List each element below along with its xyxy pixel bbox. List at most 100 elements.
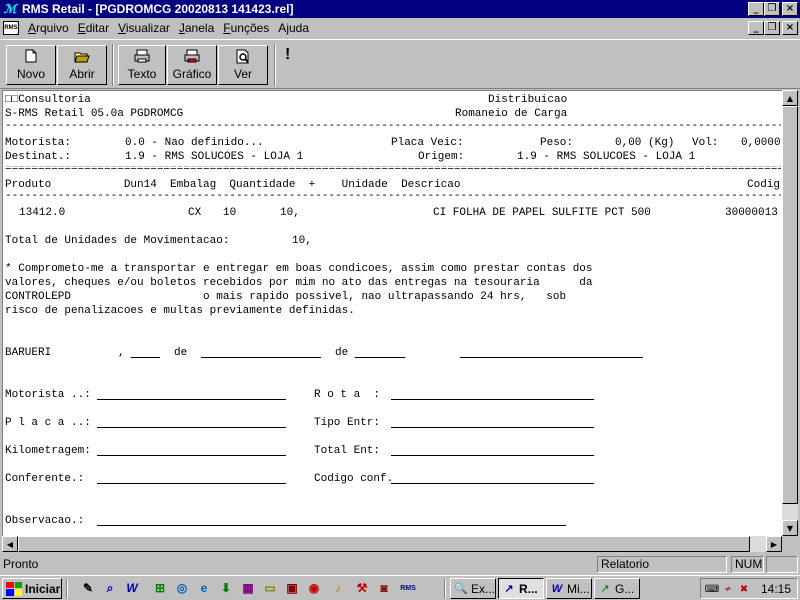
- monitor-icon[interactable]: ▭: [262, 580, 278, 596]
- outlook-icon[interactable]: ◎: [174, 580, 190, 596]
- observacao-line: [97, 525, 566, 526]
- abrir-button[interactable]: Abrir: [57, 45, 107, 85]
- doc-restore-button[interactable]: ❐: [764, 21, 780, 35]
- rms-retail-task-icon: ↗: [504, 583, 514, 595]
- total-value: 10,: [292, 235, 312, 247]
- vol-label: Vol:: [692, 137, 719, 149]
- status-extra: [766, 556, 798, 573]
- tools-icon[interactable]: ⚒: [354, 580, 370, 596]
- field-codigo-conf: Codigo conf.: [314, 473, 394, 485]
- alert-icon[interactable]: !: [285, 46, 290, 64]
- peso-label: Peso:: [540, 137, 574, 149]
- word-task-icon: W: [551, 582, 563, 595]
- rms-quicklaunch-icon[interactable]: RMS: [400, 580, 416, 596]
- texto-label: Texto: [127, 67, 157, 81]
- vol-value: 0,0000: [741, 137, 781, 149]
- month-line: [201, 357, 321, 358]
- scroll-right-icon[interactable]: ▶: [766, 536, 782, 552]
- menu-ajuda[interactable]: Ajuda: [278, 21, 309, 35]
- task-explorer[interactable]: 🔍 Ex...: [450, 578, 496, 599]
- origem-value: 1.9 - RMS SOLUCOES - LOJA 1: [517, 151, 696, 163]
- motorista-value: 0.0 - Nao definido...: [125, 137, 264, 149]
- maximize-button[interactable]: ❐: [764, 2, 780, 16]
- system-tray: ⌨ ≁ ✖ 14:15: [700, 578, 798, 599]
- terms-line-1: * Comprometo-me a transportar e entregar…: [5, 263, 593, 275]
- scroll-left-icon[interactable]: ◀: [2, 536, 18, 552]
- scroll-down-icon[interactable]: ▼: [782, 520, 798, 536]
- excel-icon[interactable]: ⊞: [152, 580, 168, 596]
- explorer-task-icon: 🔍: [454, 583, 468, 595]
- media-icon[interactable]: ♪: [330, 580, 346, 596]
- document-icon[interactable]: RMS: [3, 21, 19, 35]
- toolbar-separator-2: [274, 44, 276, 86]
- field-observacao: Observacao.:: [5, 515, 85, 527]
- novo-button[interactable]: Novo: [6, 45, 56, 85]
- placa-veic-label: Placa Veic:: [391, 137, 464, 149]
- menu-janela[interactable]: Janela: [179, 21, 214, 35]
- status-bar: Pronto Relatorio NUM: [0, 554, 800, 574]
- placa-line: [97, 427, 286, 428]
- powerpoint-icon[interactable]: ▣: [284, 580, 300, 596]
- word-icon[interactable]: W: [124, 580, 140, 596]
- menu-funcoes[interactable]: Funções: [223, 21, 269, 35]
- disk-icon[interactable]: ◙: [376, 580, 392, 596]
- horizontal-scroll-thumb[interactable]: [18, 536, 750, 552]
- status-num: NUM: [731, 556, 764, 573]
- rms-app-icon[interactable]: ℳ: [2, 1, 18, 17]
- install-icon[interactable]: ⬇: [218, 580, 234, 596]
- explorer-icon[interactable]: ⌕: [102, 580, 118, 596]
- column-codigo: Codig: [747, 179, 781, 191]
- minimize-button[interactable]: _: [748, 2, 764, 16]
- origem-label: Origem:: [418, 151, 465, 163]
- header-left-2: S-RMS Retail 05.0a PGDROMCG: [5, 108, 184, 120]
- tipo-line: [391, 427, 594, 428]
- texto-button[interactable]: Texto: [118, 45, 166, 85]
- scroll-up-icon[interactable]: ▲: [782, 90, 798, 106]
- grid-app-icon[interactable]: ▦: [240, 580, 256, 596]
- year-line: [355, 357, 405, 358]
- menu-arquivo[interactable]: Arquivo: [28, 21, 69, 35]
- destinat-value: 1.9 - RMS SOLUCOES - LOJA 1: [125, 151, 304, 163]
- double-separator: ========================================…: [5, 166, 781, 174]
- notepad-icon[interactable]: ✎: [80, 580, 96, 596]
- field-tipo-entr: Tipo Entr:: [314, 417, 381, 429]
- task-explorer-label: Ex...: [470, 581, 495, 596]
- network-icon[interactable]: ≁: [721, 582, 735, 596]
- vertical-scroll-thumb[interactable]: [782, 106, 798, 504]
- internet-explorer-icon[interactable]: e: [196, 580, 212, 596]
- horizontal-scrollbar[interactable]: ◀ ▶: [2, 536, 782, 552]
- start-label: Iniciar: [25, 581, 61, 596]
- field-placa: P l a c a ..:: [5, 417, 91, 429]
- preview-icon: [235, 48, 251, 64]
- menu-visualizar[interactable]: Visualizar: [118, 21, 170, 35]
- header-right-1: Distribuicao: [488, 94, 568, 106]
- menu-editar[interactable]: Editar: [78, 21, 109, 35]
- antivirus-icon[interactable]: ✖: [737, 582, 751, 596]
- total-ent-line: [391, 455, 594, 456]
- doc-minimize-button[interactable]: _: [748, 21, 764, 35]
- km-line: [97, 455, 286, 456]
- dashed-separator: ----------------------------------------…: [5, 123, 781, 131]
- grafico-button[interactable]: Gráfico: [167, 45, 217, 85]
- quicklaunch-separator: [66, 579, 68, 598]
- vertical-scrollbar[interactable]: ▲ ▼: [782, 90, 798, 536]
- column-headers: Produto Dun14 Embalag Quantidade + Unida…: [5, 179, 461, 191]
- keyboard-icon[interactable]: ⌨: [705, 582, 719, 596]
- task-word[interactable]: W Mi...: [546, 578, 592, 599]
- close-button[interactable]: ×: [782, 2, 798, 16]
- field-total-ent: Total Ent:: [314, 445, 381, 457]
- report-view[interactable]: □□Consultoria Distribuicao S-RMS Retail …: [2, 90, 782, 536]
- doc-close-button[interactable]: ×: [782, 21, 798, 35]
- row-quantidade: 10,: [280, 207, 300, 219]
- task-rms-retail[interactable]: ↗ R...: [498, 578, 544, 599]
- status-mode: Relatorio: [597, 556, 727, 573]
- shield-app-icon[interactable]: ◉: [306, 580, 322, 596]
- tasks-separator: [444, 579, 446, 598]
- motorista-label: Motorista:: [5, 137, 72, 149]
- start-button[interactable]: Iniciar: [2, 578, 62, 599]
- task-graphic[interactable]: ↗ G...: [594, 578, 640, 599]
- ver-button[interactable]: Ver: [218, 45, 268, 85]
- motorista-line: [97, 399, 286, 400]
- day-line: [131, 357, 160, 358]
- destinat-label: Destinat.:: [5, 151, 72, 163]
